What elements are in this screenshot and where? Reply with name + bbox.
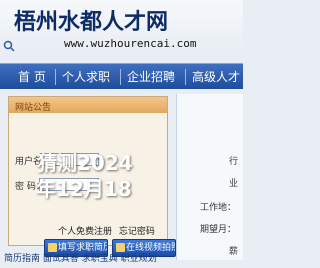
side-label-industry-1: 行 <box>229 157 239 167</box>
password-input[interactable] <box>39 178 99 191</box>
side-label-salary: 期望月： <box>200 225 237 235</box>
search-icon[interactable] <box>3 40 15 52</box>
forgot-password-link[interactable]: 忘记密码 <box>119 227 155 237</box>
footer-links[interactable]: 简历指南 面试其答 求职宝典 职业规划 <box>4 251 157 264</box>
nav-recruiting[interactable]: 企业招聘 <box>127 64 175 90</box>
main-nav: 首 页 个人求职 企业招聘 高级人才 <box>0 63 243 89</box>
login-panel-header: 网站公告 <box>9 97 167 113</box>
side-label-workplace: 工作地： <box>200 203 237 213</box>
nav-senior-talent[interactable]: 高级人才 <box>192 64 240 90</box>
nav-home[interactable]: 首 页 <box>18 64 46 90</box>
login-links: 个人免费注册 忘记密码 <box>58 224 159 237</box>
site-url[interactable]: www.wuzhourencai.com <box>64 37 196 50</box>
nav-separator <box>55 69 56 85</box>
site-header: 梧州水都人才网 www.wuzhourencai.com <box>0 0 243 58</box>
side-label-pay: 薪 <box>229 247 239 257</box>
job-search-panel: 行 业 工作地： 期望月： 薪 <box>176 94 243 260</box>
nav-separator <box>185 69 186 85</box>
site-logo[interactable]: 梧州水都人才网 <box>14 4 168 36</box>
side-label-industry-2: 业 <box>229 179 239 189</box>
username-input[interactable] <box>39 153 99 166</box>
nav-job-seeking[interactable]: 个人求职 <box>62 64 110 90</box>
nav-separator <box>120 69 121 85</box>
register-link[interactable]: 个人免费注册 <box>58 227 112 237</box>
login-panel-title: 网站公告 <box>15 103 52 113</box>
